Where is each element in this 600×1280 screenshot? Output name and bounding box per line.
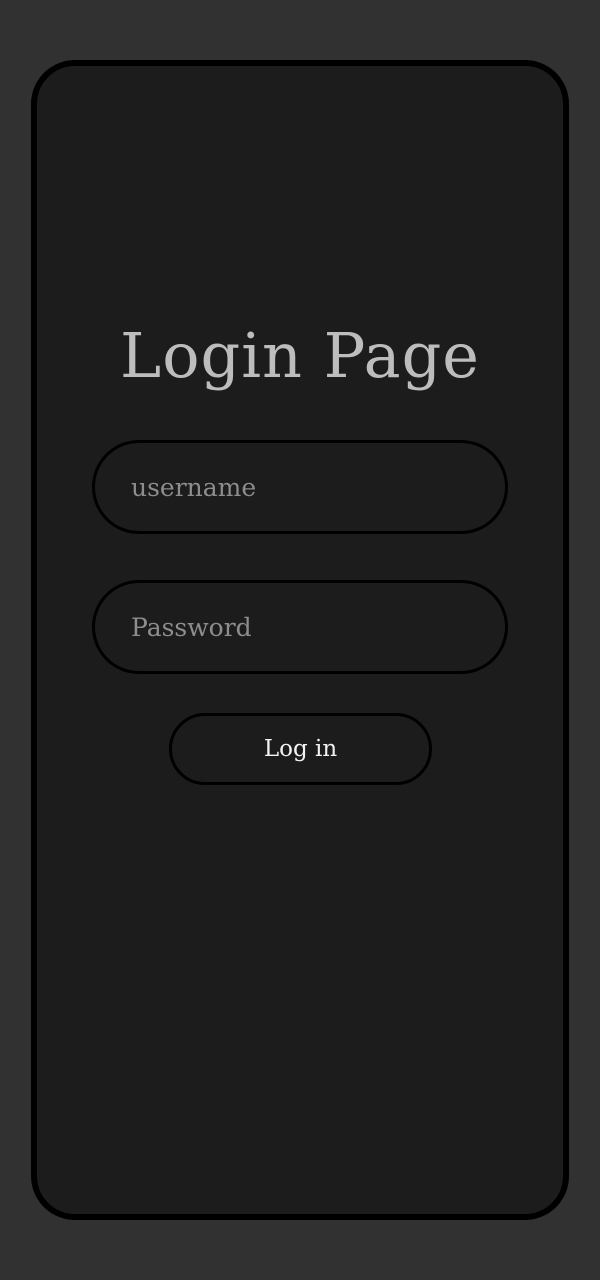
page-title: Login Page [120,319,480,392]
login-card: Login Page Log in [31,60,569,1220]
username-input[interactable] [92,440,508,534]
password-input[interactable] [92,580,508,674]
login-button[interactable]: Log in [169,713,432,785]
